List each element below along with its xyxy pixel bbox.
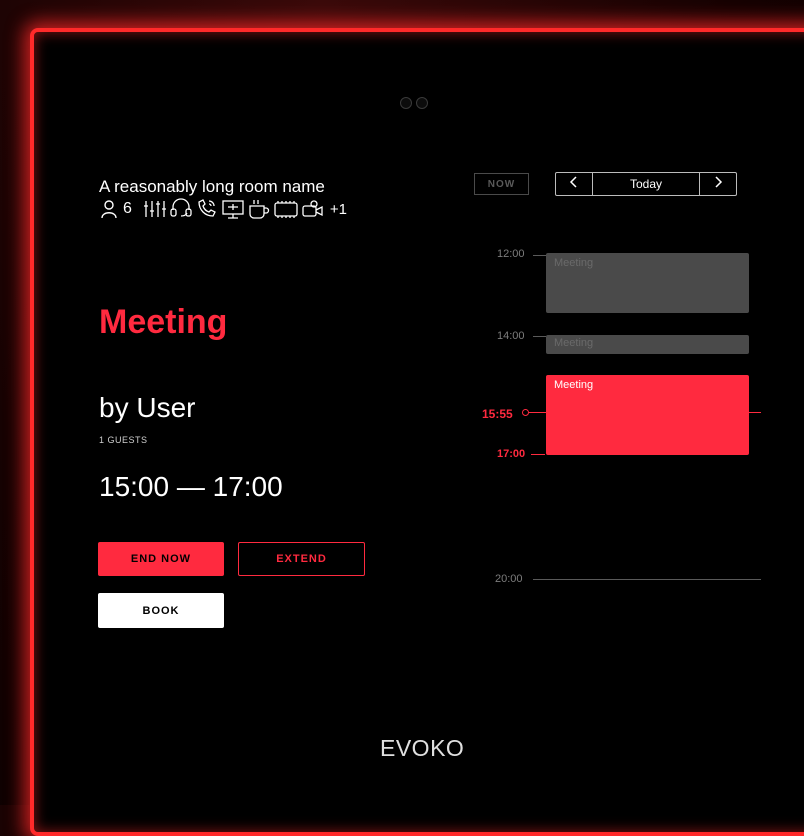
headset-icon (168, 198, 194, 220)
more-amenities: +1 (329, 200, 348, 218)
coffee-icon (246, 198, 272, 220)
hour-label: 14:00 (497, 330, 525, 342)
audio-mixer-icon (142, 198, 168, 220)
calendar-event-current[interactable]: Meeting (546, 375, 749, 455)
room-name: A reasonably long room name (99, 177, 325, 196)
person-icon (99, 198, 121, 220)
chevron-right-icon (713, 175, 723, 193)
meeting-time-range: 15:00 — 17:00 (99, 471, 283, 502)
book-button[interactable]: BOOK (98, 593, 224, 628)
end-now-button[interactable]: END NOW (98, 542, 224, 576)
amenities-row: 6 +1 (99, 198, 347, 220)
camera-icon (400, 97, 412, 109)
next-day-button[interactable] (699, 173, 736, 195)
display-icon (220, 198, 246, 220)
camera-sensors (400, 97, 428, 109)
guest-count: 1 GUESTS (99, 435, 148, 445)
day-navigator: Today (555, 172, 737, 196)
event-title: Meeting (554, 257, 594, 269)
hour-line (533, 255, 546, 256)
meeting-organizer: by User (99, 392, 196, 423)
calendar-event[interactable]: Meeting (546, 253, 749, 313)
current-end-tick (531, 454, 545, 455)
current-end-label: 17:00 (497, 448, 526, 460)
capacity-count: 6 (123, 200, 132, 217)
previous-day-button[interactable] (556, 173, 593, 195)
day-label[interactable]: Today (593, 173, 699, 195)
video-conference-icon (300, 198, 326, 220)
phone-icon (194, 198, 220, 220)
now-button[interactable]: NOW (474, 173, 529, 195)
hour-label: 20:00 (495, 573, 523, 585)
current-time-label: 15:55 (482, 407, 513, 421)
sensor-icon (416, 97, 428, 109)
hour-label: 12:00 (497, 248, 525, 260)
current-time-dot (522, 409, 529, 416)
extend-button[interactable]: EXTEND (238, 542, 365, 576)
calendar-event[interactable]: Meeting (546, 335, 749, 354)
hour-line (533, 336, 546, 337)
chevron-left-icon (569, 175, 579, 193)
evoko-logo: EVOKO (380, 735, 465, 761)
meeting-title: Meeting (99, 303, 228, 341)
current-time-line (529, 412, 761, 413)
event-title: Meeting (554, 379, 594, 391)
hour-line (533, 579, 761, 580)
projector-icon (272, 198, 300, 220)
event-title: Meeting (554, 337, 594, 349)
